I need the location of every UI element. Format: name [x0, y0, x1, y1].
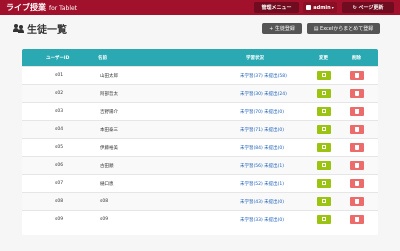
cell-name: 山田太郎	[100, 74, 118, 79]
cell-name: 伊藤裕美	[100, 146, 118, 151]
edit-icon	[322, 163, 326, 167]
users-icon	[13, 23, 24, 33]
user-label: admin	[313, 4, 331, 11]
edit-icon	[322, 217, 326, 221]
edit-icon	[322, 199, 326, 203]
cell-name: 樋口恵	[100, 182, 114, 187]
header-delete: 削除	[352, 56, 361, 61]
cell-name: s09	[100, 217, 109, 222]
trash-icon	[355, 73, 359, 78]
cell-name: s08	[100, 199, 109, 204]
cell-user-id: s08	[55, 199, 64, 204]
caret-down-icon: ▾	[331, 5, 334, 10]
delete-button[interactable]	[350, 89, 364, 98]
cell-user-id: s01	[55, 73, 64, 78]
user-menu-button[interactable]: admin ▾	[303, 2, 337, 13]
edit-button[interactable]	[317, 197, 331, 206]
header-status: 学習状況	[246, 56, 264, 61]
trash-icon	[355, 109, 359, 114]
edit-button[interactable]	[317, 143, 331, 152]
cell-status-link[interactable]: 未学習(37) 未提出(58)	[240, 73, 287, 79]
table-header: ユーザーID 名前 学習状況 変更 削除	[22, 49, 378, 66]
table-row: s01 山田太郎 未学習(37) 未提出(58)	[22, 66, 378, 84]
edit-button[interactable]	[317, 179, 331, 188]
cell-status-link[interactable]: 未学習(43) 未提出(0)	[240, 199, 284, 205]
excel-import-button[interactable]: ▤ Excelからまとめて登録	[307, 23, 380, 34]
edit-button[interactable]	[317, 161, 331, 170]
cell-name: 阿部哲太	[100, 92, 118, 97]
header-name: 名前	[98, 56, 107, 61]
page-title: 生徒一覧	[13, 22, 67, 36]
edit-icon	[322, 145, 326, 149]
brand-subtitle: for Tablet	[49, 5, 78, 12]
page-title-text: 生徒一覧	[27, 24, 67, 36]
edit-button[interactable]	[317, 89, 331, 98]
table-row: s09 s09 未学習(33) 未提出(0)	[22, 210, 378, 228]
table-row: s04 本田泰三 未学習(71) 未提出(0)	[22, 120, 378, 138]
cell-name: 古田順	[100, 164, 114, 169]
cell-status-link[interactable]: 未学習(70) 未提出(0)	[240, 109, 284, 115]
edit-button[interactable]	[317, 107, 331, 116]
header-user-id: ユーザーID	[46, 56, 70, 61]
trash-icon	[355, 181, 359, 186]
edit-button[interactable]	[317, 215, 331, 224]
cell-user-id: s03	[55, 109, 64, 114]
edit-icon	[322, 109, 326, 113]
cell-user-id: s09	[55, 217, 64, 222]
user-icon	[306, 5, 312, 10]
delete-button[interactable]	[350, 107, 364, 116]
cell-user-id: s02	[55, 91, 64, 96]
delete-button[interactable]	[350, 197, 364, 206]
brand[interactable]: ライブ授業 for Tablet	[6, 2, 77, 13]
admin-menu-label: 管理メニュー	[261, 5, 292, 11]
trash-icon	[355, 145, 359, 150]
delete-button[interactable]	[350, 71, 364, 80]
add-student-button[interactable]: + 生徒登録	[262, 23, 302, 34]
trash-icon	[355, 199, 359, 204]
refresh-page-button[interactable]: ↻ ページ更新	[342, 2, 394, 13]
edit-icon	[322, 73, 326, 77]
edit-icon	[322, 127, 326, 131]
trash-icon	[355, 127, 359, 132]
edit-button[interactable]	[317, 71, 331, 80]
cell-name: 吉野陽介	[100, 110, 118, 115]
cell-status-link[interactable]: 未学習(84) 未提出(0)	[240, 145, 284, 151]
navbar: ライブ授業 for Tablet 管理メニュー admin ▾ ↻ ページ更新	[0, 0, 400, 15]
refresh-label: ページ更新	[358, 5, 384, 11]
excel-icon: ▤	[313, 25, 319, 32]
excel-import-label: Excelからまとめて登録	[320, 26, 374, 32]
edit-icon	[322, 181, 326, 185]
edit-icon	[322, 91, 326, 95]
cell-user-id: s06	[55, 163, 64, 168]
cell-status-link[interactable]: 未学習(56) 未提出(1)	[240, 163, 284, 169]
delete-button[interactable]	[350, 161, 364, 170]
table-row: s08 s08 未学習(43) 未提出(0)	[22, 192, 378, 210]
table-row: s07 樋口恵 未学習(52) 未提出(1)	[22, 174, 378, 192]
trash-icon	[355, 217, 359, 222]
cell-status-link[interactable]: 未学習(30) 未提出(24)	[240, 91, 287, 97]
student-table: ユーザーID 名前 学習状況 変更 削除 s01 山田太郎 未学習(37) 未提…	[22, 49, 378, 235]
delete-button[interactable]	[350, 125, 364, 134]
admin-menu-button[interactable]: 管理メニュー	[254, 2, 299, 13]
delete-button[interactable]	[350, 179, 364, 188]
cell-name: 本田泰三	[100, 128, 118, 133]
edit-button[interactable]	[317, 125, 331, 134]
cell-user-id: s04	[55, 127, 64, 132]
cell-status-link[interactable]: 未学習(33) 未提出(0)	[240, 217, 284, 223]
refresh-icon: ↻	[352, 4, 357, 11]
table-row: s06 古田順 未学習(56) 未提出(1)	[22, 156, 378, 174]
delete-button[interactable]	[350, 143, 364, 152]
cell-user-id: s05	[55, 145, 64, 150]
table-row: s05 伊藤裕美 未学習(84) 未提出(0)	[22, 138, 378, 156]
table-row: s02 阿部哲太 未学習(30) 未提出(24)	[22, 84, 378, 102]
cell-user-id: s07	[55, 181, 64, 186]
cell-status-link[interactable]: 未学習(71) 未提出(0)	[240, 127, 284, 133]
trash-icon	[355, 91, 359, 96]
brand-title: ライブ授業	[6, 3, 46, 12]
trash-icon	[355, 163, 359, 168]
cell-status-link[interactable]: 未学習(52) 未提出(1)	[240, 181, 284, 187]
header-edit: 変更	[319, 56, 328, 61]
table-row: s03 吉野陽介 未学習(70) 未提出(0)	[22, 102, 378, 120]
delete-button[interactable]	[350, 215, 364, 224]
